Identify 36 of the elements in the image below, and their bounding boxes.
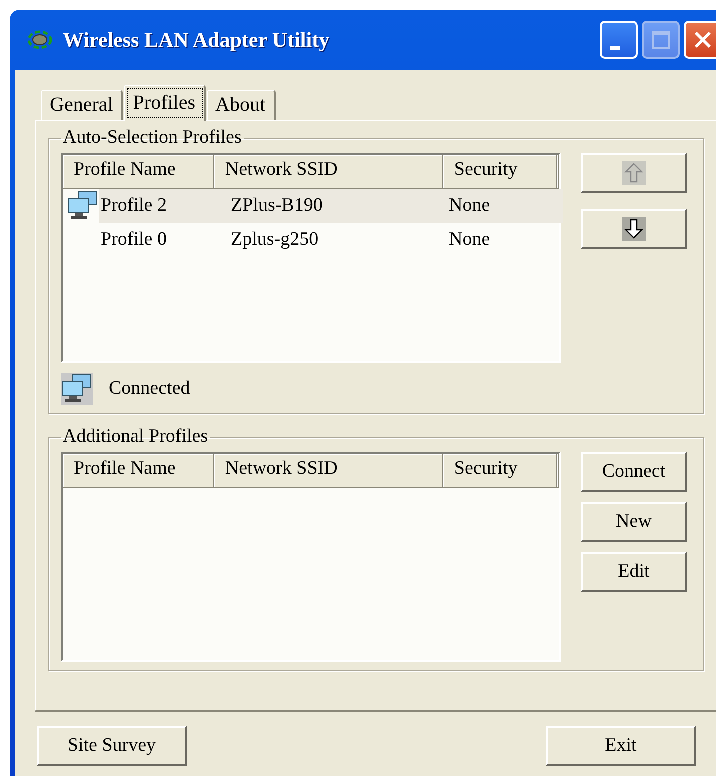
group-title: Auto-Selection Profiles [62, 127, 243, 149]
column-header[interactable]: Profile Name [63, 155, 214, 189]
minimize-icon [610, 46, 620, 50]
minimize-button[interactable] [600, 21, 638, 59]
table-cell-text: Profile 0 [100, 229, 168, 251]
maximize-icon [651, 30, 671, 50]
column-header[interactable]: Network SSID [214, 155, 444, 189]
table-cell-text: Profile 2 [100, 195, 168, 217]
footer-button[interactable]: Site Survey [37, 726, 187, 766]
list-row[interactable]: Profile 2 ZPlus-B190 None [99, 189, 563, 223]
up-arrow-icon [622, 161, 646, 185]
column-header[interactable]: Network SSID [214, 454, 444, 488]
table-cell-text: Zplus-g250 [230, 229, 320, 251]
column-header[interactable]: Security [443, 454, 557, 488]
column-header[interactable]: Profile Name [63, 454, 214, 488]
tab[interactable]: About [206, 90, 276, 120]
list-row[interactable]: Profile 0 Zplus-g250 None [99, 223, 563, 257]
down-arrow-icon [622, 217, 646, 241]
table-cell-text: None [448, 195, 492, 217]
table-cell-text: ZPlus-B190 [230, 195, 324, 217]
group-title: Additional Profiles [62, 426, 210, 448]
window-title: Wireless LAN Adapter Utility [63, 28, 331, 52]
tab[interactable]: Profiles [124, 85, 206, 121]
computers-icon [61, 373, 93, 405]
tab[interactable]: General [41, 90, 124, 120]
action-button[interactable]: New [581, 502, 687, 542]
close-icon [693, 30, 713, 50]
connection-status: Connected [109, 378, 190, 400]
app-icon [27, 29, 53, 51]
close-button[interactable] [684, 21, 716, 59]
action-button[interactable]: Connect [581, 452, 687, 492]
footer-button[interactable]: Exit [546, 726, 696, 766]
action-button[interactable]: Edit [581, 552, 687, 592]
column-header[interactable]: Security [443, 155, 557, 189]
move-down-button[interactable] [581, 209, 687, 249]
table-cell-text: None [448, 229, 492, 251]
